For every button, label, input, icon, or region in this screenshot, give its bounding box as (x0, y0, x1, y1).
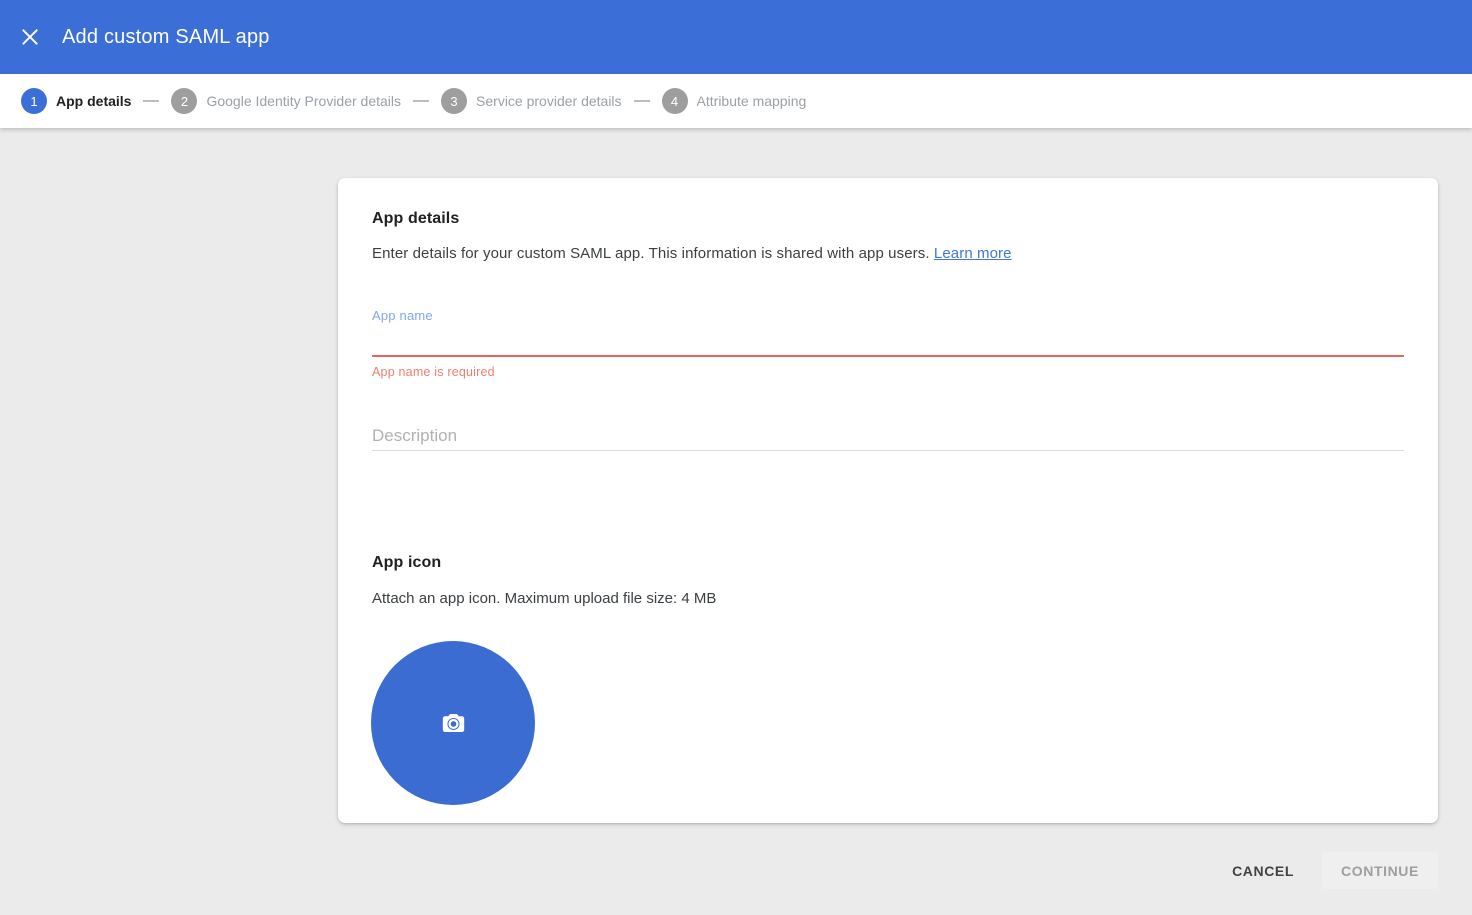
step-number-badge: 2 (171, 88, 197, 114)
app-icon-description: Attach an app icon. Maximum upload file … (372, 590, 1404, 607)
wizard-stepper: 1 App details 2 Google Identity Provider… (0, 74, 1472, 128)
section-description: Enter details for your custom SAML app. … (372, 245, 1404, 262)
section-description-text: Enter details for your custom SAML app. … (372, 245, 934, 262)
step-number-badge: 1 (21, 88, 47, 114)
close-icon[interactable] (10, 17, 50, 57)
step-separator (143, 100, 159, 102)
app-name-error-underline (372, 355, 1404, 357)
section-title-app-icon: App icon (372, 554, 1404, 572)
step-number-badge: 4 (662, 88, 688, 114)
description-field-group (372, 422, 1404, 451)
step-label: Attribute mapping (697, 93, 807, 109)
learn-more-link[interactable]: Learn more (934, 245, 1012, 262)
app-icon-upload-button[interactable] (371, 641, 535, 805)
step-app-details[interactable]: 1 App details (21, 88, 131, 114)
step-label: App details (56, 93, 131, 109)
cancel-button[interactable]: CANCEL (1224, 852, 1302, 889)
step-number-badge: 3 (441, 88, 467, 114)
dialog-title: Add custom SAML app (62, 26, 270, 49)
section-title-app-details: App details (372, 178, 1404, 228)
app-details-card: App details Enter details for your custo… (338, 178, 1438, 823)
app-icon-section: App icon Attach an app icon. Maximum upl… (372, 554, 1404, 805)
step-service-provider-details[interactable]: 3 Service provider details (441, 88, 622, 114)
step-attribute-mapping[interactable]: 4 Attribute mapping (662, 88, 807, 114)
footer-actions: CANCEL CONTINUE (1224, 852, 1438, 889)
step-label: Google Identity Provider details (206, 93, 401, 109)
app-name-input[interactable] (372, 325, 1404, 355)
step-label: Service provider details (476, 93, 622, 109)
dialog-header: Add custom SAML app (0, 0, 1472, 74)
app-name-label: App name (372, 308, 1404, 323)
app-name-field-group: App name App name is required (372, 308, 1404, 379)
step-google-idp-details[interactable]: 2 Google Identity Provider details (171, 88, 401, 114)
step-separator (634, 100, 650, 102)
description-underline (372, 450, 1404, 451)
description-input[interactable] (372, 422, 1404, 450)
app-name-error-message: App name is required (372, 365, 1404, 379)
camera-icon (440, 710, 467, 737)
step-separator (413, 100, 429, 102)
continue-button[interactable]: CONTINUE (1322, 852, 1438, 889)
